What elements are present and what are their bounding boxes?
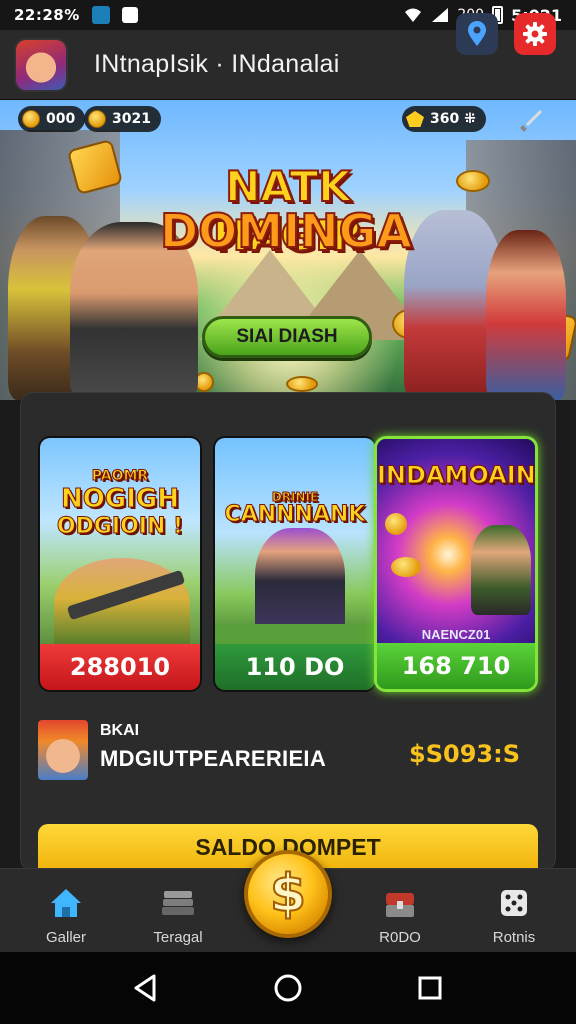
status-time: 22:28%	[14, 6, 80, 24]
coin-icon	[22, 110, 40, 128]
coin-icon	[456, 170, 490, 192]
back-icon[interactable]	[128, 970, 164, 1006]
game-card-1[interactable]: PAOMR NOGIGH ODGIOIN ! 288010	[38, 436, 202, 692]
app-title: INtnapIsik · INdanalai	[94, 50, 340, 78]
wallet-label: BKAI	[100, 722, 140, 739]
stack-icon	[162, 891, 194, 915]
dollar-coin-icon: $	[269, 863, 307, 925]
notification-image-icon	[121, 7, 138, 23]
home-circle-icon[interactable]	[270, 970, 306, 1006]
game-card-value: 168 710	[377, 643, 535, 689]
location-pin-icon	[468, 21, 486, 46]
gear-icon	[523, 22, 547, 46]
nav-item-galler[interactable]: Galler	[16, 869, 116, 953]
game-card-value: 110 DO	[215, 644, 375, 690]
currency-chip-coins[interactable]: 000	[18, 106, 86, 132]
hero-play-button[interactable]: SIAI DIASH	[202, 316, 372, 358]
settings-button[interactable]	[514, 13, 556, 55]
sword-icon[interactable]	[516, 106, 546, 136]
currency-chip-gems[interactable]: 360 ⁜	[402, 106, 486, 132]
location-button[interactable]	[456, 13, 498, 55]
system-nav-bar	[0, 952, 576, 1024]
wallet-avatar	[38, 720, 88, 780]
wallet-name: MDGIUTPEARERIEIA	[100, 746, 327, 771]
coin-icon	[88, 110, 106, 128]
nav-item-teragal[interactable]: Teragal	[128, 869, 228, 953]
character-girl	[486, 230, 566, 400]
dollar-coin-button[interactable]: $	[244, 850, 332, 938]
game-card-value: 288010	[40, 644, 200, 690]
recents-icon[interactable]	[412, 970, 448, 1006]
profile-avatar[interactable]	[16, 39, 66, 90]
game-card-2[interactable]: DRINIE CANNNANK 110 DO	[213, 436, 377, 692]
signal-icon	[432, 8, 449, 22]
game-card-art	[215, 438, 375, 648]
wifi-icon	[405, 8, 422, 22]
app-screen: 22:28% 200 5:021 INtnapIsik · INdanalai	[0, 0, 576, 1024]
gem-icon	[406, 111, 424, 127]
hero-title-line2: DOMINGA	[159, 203, 413, 259]
wallet-amount: $S093:S	[409, 740, 520, 768]
hero-banner[interactable]: 000 3021 360 ⁜ NATK HAGIR DOMINGA SIAI D…	[0, 100, 576, 400]
nav-item-rotnis[interactable]: Rotnis	[464, 869, 564, 953]
home-icon	[51, 889, 81, 917]
coin-icon	[286, 376, 318, 392]
nav-item-rodo[interactable]: R0DO	[350, 869, 450, 953]
wallet-row[interactable]: BKAI MDGIUTPEARERIEIA $S093:S	[38, 718, 538, 780]
currency-chip-gold[interactable]: 3021	[84, 106, 161, 132]
notification-app-icon	[91, 6, 110, 24]
game-card-3-selected[interactable]: INDAMOAIN! NAENCZ01 168 710	[374, 436, 538, 692]
chest-icon	[386, 893, 414, 917]
dice-icon	[501, 890, 527, 916]
